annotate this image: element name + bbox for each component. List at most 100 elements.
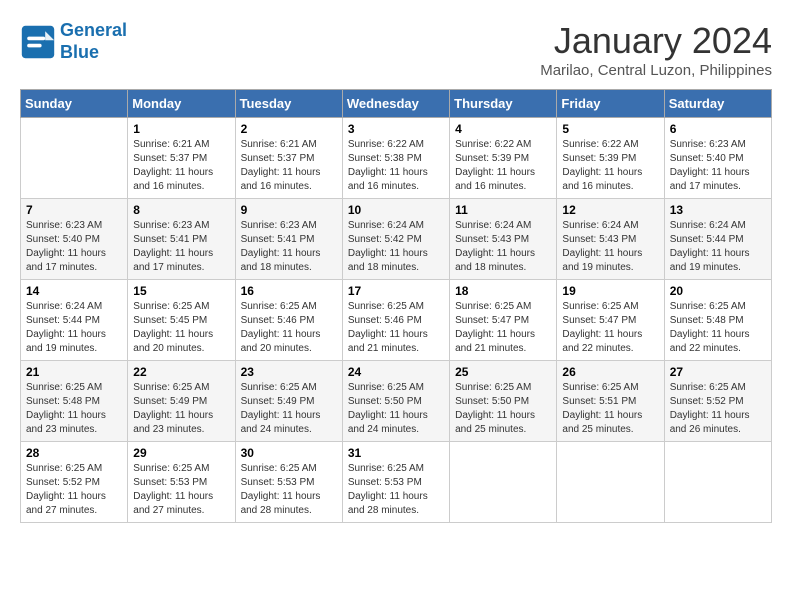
logo-icon (20, 24, 56, 60)
calendar-cell (557, 442, 664, 523)
day-number: 17 (348, 284, 444, 298)
calendar-cell (664, 442, 771, 523)
calendar-cell: 30 Sunrise: 6:25 AM Sunset: 5:53 PM Dayli… (235, 442, 342, 523)
day-info: Sunrise: 6:25 AM Sunset: 5:53 PM Dayligh… (241, 462, 337, 518)
day-info: Sunrise: 6:25 AM Sunset: 5:52 PM Dayligh… (26, 462, 122, 518)
calendar-cell: 12Sunrise: 6:24 AM Sunset: 5:43 PM Dayli… (557, 199, 664, 280)
calendar-cell: 24 Sunrise: 6:25 AM Sunset: 5:50 PM Dayli… (342, 361, 449, 442)
day-info: Sunrise: 6:24 AM Sunset: 5:43 PM Dayligh… (455, 219, 551, 275)
calendar-cell: 9 Sunrise: 6:23 AM Sunset: 5:41 PM Daylig… (235, 199, 342, 280)
calendar-cell: 8 Sunrise: 6:23 AM Sunset: 5:41 PM Daylig… (128, 199, 235, 280)
calendar-week-row: 21 Sunrise: 6:25 AM Sunset: 5:48 PM Dayli… (21, 361, 772, 442)
day-number: 11 (455, 203, 551, 217)
calendar-cell: 26 Sunrise: 6:25 AM Sunset: 5:51 PM Dayli… (557, 361, 664, 442)
calendar-cell: 1Sunrise: 6:21 AM Sunset: 5:37 PM Daylig… (128, 118, 235, 199)
day-info: Sunrise: 6:25 AM Sunset: 5:46 PM Dayligh… (241, 300, 337, 356)
day-info: Sunrise: 6:25 AM Sunset: 5:51 PM Dayligh… (562, 381, 658, 437)
day-number: 12 (562, 203, 658, 217)
calendar-week-row: 28 Sunrise: 6:25 AM Sunset: 5:52 PM Dayli… (21, 442, 772, 523)
header-cell-saturday: Saturday (664, 90, 771, 118)
day-info: Sunrise: 6:25 AM Sunset: 5:49 PM Dayligh… (241, 381, 337, 437)
calendar-cell: 11 Sunrise: 6:24 AM Sunset: 5:43 PM Dayli… (450, 199, 557, 280)
calendar-cell: 17 Sunrise: 6:25 AM Sunset: 5:46 PM Dayli… (342, 280, 449, 361)
calendar-cell: 5 Sunrise: 6:22 AM Sunset: 5:39 PM Daylig… (557, 118, 664, 199)
calendar-cell: 7 Sunrise: 6:23 AM Sunset: 5:40 PM Daylig… (21, 199, 128, 280)
day-info: Sunrise: 6:25 AM Sunset: 5:47 PM Dayligh… (455, 300, 551, 356)
calendar-cell: 21 Sunrise: 6:25 AM Sunset: 5:48 PM Dayli… (21, 361, 128, 442)
day-info: Sunrise: 6:25 AM Sunset: 5:53 PM Dayligh… (133, 462, 229, 518)
header-cell-monday: Monday (128, 90, 235, 118)
day-number: 10 (348, 203, 444, 217)
day-number: 29 (133, 446, 229, 460)
day-number: 2 (241, 122, 337, 136)
day-number: 15 (133, 284, 229, 298)
calendar-cell: 19Sunrise: 6:25 AM Sunset: 5:47 PM Dayli… (557, 280, 664, 361)
calendar-cell (21, 118, 128, 199)
calendar-cell (450, 442, 557, 523)
day-info: Sunrise: 6:21 AM Sunset: 5:37 PM Dayligh… (133, 138, 229, 194)
title-area: January 2024 Marilao, Central Luzon, Phi… (540, 20, 772, 79)
day-number: 27 (670, 365, 766, 379)
calendar-cell: 22Sunrise: 6:25 AM Sunset: 5:49 PM Dayli… (128, 361, 235, 442)
calendar-week-row: 7 Sunrise: 6:23 AM Sunset: 5:40 PM Daylig… (21, 199, 772, 280)
day-number: 16 (241, 284, 337, 298)
calendar-table: SundayMondayTuesdayWednesdayThursdayFrid… (20, 89, 772, 523)
day-number: 20 (670, 284, 766, 298)
month-year-title: January 2024 (540, 20, 772, 62)
logo-line1: General (60, 20, 127, 40)
header-cell-sunday: Sunday (21, 90, 128, 118)
header-cell-friday: Friday (557, 90, 664, 118)
day-info: Sunrise: 6:25 AM Sunset: 5:48 PM Dayligh… (26, 381, 122, 437)
calendar-cell: 16 Sunrise: 6:25 AM Sunset: 5:46 PM Dayli… (235, 280, 342, 361)
day-info: Sunrise: 6:22 AM Sunset: 5:38 PM Dayligh… (348, 138, 444, 194)
calendar-week-row: 14 Sunrise: 6:24 AM Sunset: 5:44 PM Dayli… (21, 280, 772, 361)
day-info: Sunrise: 6:24 AM Sunset: 5:44 PM Dayligh… (670, 219, 766, 275)
location-subtitle: Marilao, Central Luzon, Philippines (540, 62, 772, 79)
calendar-cell: 20 Sunrise: 6:25 AM Sunset: 5:48 PM Dayli… (664, 280, 771, 361)
day-number: 28 (26, 446, 122, 460)
day-info: Sunrise: 6:25 AM Sunset: 5:47 PM Dayligh… (562, 300, 658, 356)
day-number: 9 (241, 203, 337, 217)
day-number: 4 (455, 122, 551, 136)
calendar-cell: 25Sunrise: 6:25 AM Sunset: 5:50 PM Dayli… (450, 361, 557, 442)
day-number: 13 (670, 203, 766, 217)
day-number: 14 (26, 284, 122, 298)
day-info: Sunrise: 6:22 AM Sunset: 5:39 PM Dayligh… (562, 138, 658, 194)
calendar-cell: 31 Sunrise: 6:25 AM Sunset: 5:53 PM Dayli… (342, 442, 449, 523)
calendar-cell: 29 Sunrise: 6:25 AM Sunset: 5:53 PM Dayli… (128, 442, 235, 523)
calendar-header-row: SundayMondayTuesdayWednesdayThursdayFrid… (21, 90, 772, 118)
day-info: Sunrise: 6:25 AM Sunset: 5:46 PM Dayligh… (348, 300, 444, 356)
day-info: Sunrise: 6:23 AM Sunset: 5:41 PM Dayligh… (241, 219, 337, 275)
day-info: Sunrise: 6:23 AM Sunset: 5:40 PM Dayligh… (670, 138, 766, 194)
day-number: 8 (133, 203, 229, 217)
day-number: 23 (241, 365, 337, 379)
calendar-cell: 4Sunrise: 6:22 AM Sunset: 5:39 PM Daylig… (450, 118, 557, 199)
calendar-cell: 23 Sunrise: 6:25 AM Sunset: 5:49 PM Dayli… (235, 361, 342, 442)
day-number: 30 (241, 446, 337, 460)
logo-line2: Blue (60, 42, 99, 62)
day-number: 26 (562, 365, 658, 379)
day-info: Sunrise: 6:25 AM Sunset: 5:49 PM Dayligh… (133, 381, 229, 437)
calendar-cell: 10Sunrise: 6:24 AM Sunset: 5:42 PM Dayli… (342, 199, 449, 280)
day-number: 3 (348, 122, 444, 136)
day-number: 21 (26, 365, 122, 379)
day-info: Sunrise: 6:25 AM Sunset: 5:50 PM Dayligh… (348, 381, 444, 437)
day-number: 5 (562, 122, 658, 136)
day-info: Sunrise: 6:23 AM Sunset: 5:41 PM Dayligh… (133, 219, 229, 275)
day-info: Sunrise: 6:25 AM Sunset: 5:52 PM Dayligh… (670, 381, 766, 437)
calendar-cell: 28 Sunrise: 6:25 AM Sunset: 5:52 PM Dayli… (21, 442, 128, 523)
day-info: Sunrise: 6:25 AM Sunset: 5:48 PM Dayligh… (670, 300, 766, 356)
day-number: 24 (348, 365, 444, 379)
day-number: 31 (348, 446, 444, 460)
header-cell-thursday: Thursday (450, 90, 557, 118)
day-number: 7 (26, 203, 122, 217)
calendar-cell: 14 Sunrise: 6:24 AM Sunset: 5:44 PM Dayli… (21, 280, 128, 361)
day-number: 25 (455, 365, 551, 379)
day-info: Sunrise: 6:25 AM Sunset: 5:45 PM Dayligh… (133, 300, 229, 356)
day-info: Sunrise: 6:23 AM Sunset: 5:40 PM Dayligh… (26, 219, 122, 275)
day-info: Sunrise: 6:24 AM Sunset: 5:44 PM Dayligh… (26, 300, 122, 356)
calendar-cell: 2Sunrise: 6:21 AM Sunset: 5:37 PM Daylig… (235, 118, 342, 199)
logo-text: General Blue (60, 20, 127, 63)
day-info: Sunrise: 6:25 AM Sunset: 5:53 PM Dayligh… (348, 462, 444, 518)
page-header: General Blue January 2024 Marilao, Centr… (20, 20, 772, 79)
